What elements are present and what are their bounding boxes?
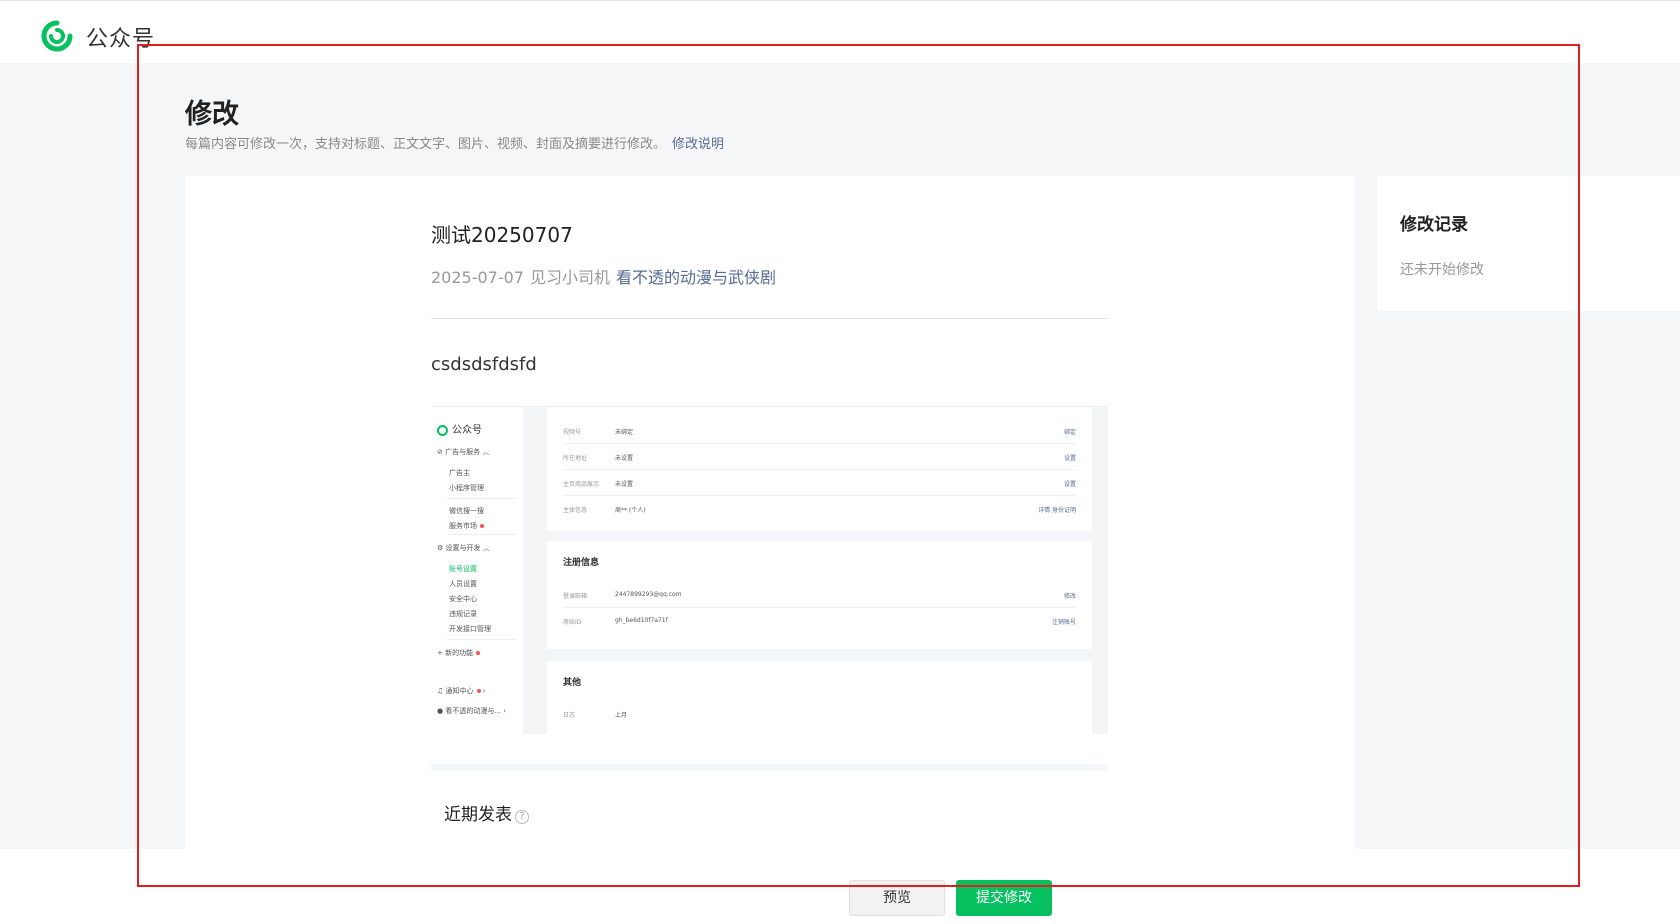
screenshot-info-row: 所在地址 未设置 设置 [563,444,1076,470]
screenshot-divider [447,534,517,535]
article-meta: 2025-07-07 见习小司机 看不透的动漫与武侠剧 [431,264,776,288]
screenshot-sidebar-item: 广告主 [449,469,470,477]
article-divider [431,318,1108,319]
screenshot-sidebar-item: + 新的功能 [437,648,481,658]
screenshot-sidebar-item: ⚙ 设置与开发 ︿ [437,544,490,552]
article-author: 见习小司机 [529,268,610,287]
page-description: 每篇内容可修改一次，支持对标题、正文文字、图片、视频、封面及摘要进行修改。 修改说… [185,133,724,152]
screenshot-divider [447,639,517,640]
screenshot-sidebar-item: ● 看不透的动漫与... › [437,707,507,715]
section-separator [431,764,1108,771]
screenshot-info-row: 日志 上月 [563,712,628,719]
screenshot-sidebar-item: ⊘ 广告与服务 ︿ [437,448,490,456]
article-body-text[interactable]: csdsdsfdsfd [431,354,537,375]
screenshot-sidebar-item: 开发接口管理 [449,625,491,633]
article-edit-card: 测试20250707 2025-07-07 见习小司机 看不透的动漫与武侠剧 csd… [185,176,1355,849]
article-date: 2025-07-07 [431,268,524,287]
page-title: 修改 [185,99,239,130]
brand-name[interactable]: 公众号 [86,21,155,53]
submit-edit-button[interactable]: 提交修改 [956,880,1052,916]
screenshot-info-row: 主页商品展示 未设置 设置 [563,470,1076,496]
screenshot-logo-icon [437,424,448,436]
edit-history-title: 修改记录 [1400,215,1468,235]
screenshot-account-panel: 视频号 未绑定 绑定 所在地址 未设置 设置 主页商品展示 未设置 设置 主体信息 周** (… [547,407,1092,531]
screenshot-sidebar-item: 违规记录 [449,610,477,618]
article-account-link[interactable]: 看不透的动漫与武侠剧 [616,268,776,287]
screenshot-sidebar-item: 人员设置 [449,580,477,588]
screenshot-sidebar: 公众号 ⊘ 广告与服务 ︿ 广告主 小程序管理 微信搜一搜 服务市场 ⚙ 设置与… [431,407,523,734]
edit-history-card: 修改记录 还未开始修改 [1377,176,1680,311]
top-navigation-bar: 公众号 [0,0,1680,63]
screenshot-other-panel: 其他 日志 上月 [547,661,1092,734]
footer-action-bar [0,849,1680,924]
screenshot-brand: 公众号 [437,421,482,436]
wechat-official-account-logo-icon[interactable] [40,19,74,53]
article-embedded-screenshot[interactable]: 公众号 ⊘ 广告与服务 ︿ 广告主 小程序管理 微信搜一搜 服务市场 ⚙ 设置与… [431,406,1108,734]
screenshot-sidebar-item: 小程序管理 [449,484,484,492]
edit-history-empty-text: 还未开始修改 [1400,262,1484,278]
preview-button[interactable]: 预览 [849,880,945,916]
screenshot-sidebar-item: 微信搜一搜 [449,507,484,515]
recent-publications-label: 近期发表 [444,805,512,825]
edit-instructions-link[interactable]: 修改说明 [672,137,724,152]
page-description-text: 每篇内容可修改一次，支持对标题、正文文字、图片、视频、封面及摘要进行修改。 [185,137,667,152]
screenshot-section-title: 注册信息 [563,558,600,568]
screenshot-sidebar-item-active: 账号设置 [449,565,477,573]
screenshot-info-row: 主体信息 周** (个人) 详情 身份证明 [563,507,1076,514]
red-dot-badge [476,651,481,655]
screenshot-sidebar-item: 安全中心 [449,595,477,603]
help-circle-icon[interactable]: ? [515,810,529,824]
screenshot-info-row: 视频号 未绑定 绑定 [563,418,1076,444]
recent-publications-heading: 近期发表? [444,800,529,825]
screenshot-divider [447,498,517,499]
screenshot-sidebar-item: ♫ 通知中心 › [437,687,486,695]
screenshot-info-row: 原始ID gh_be6d10f7a71f 注销账号 [563,617,1076,626]
article-title[interactable]: 测试20250707 [431,219,573,248]
red-dot-badge [480,524,484,528]
screenshot-register-panel: 注册信息 登录邮箱 2447899293@qq.com 修改 原始ID gh_be6d… [547,541,1092,649]
screenshot-info-row: 登录邮箱 2447899293@qq.com 修改 [563,582,1076,608]
red-dot-badge [476,689,481,693]
screenshot-section-title: 其他 [563,678,582,688]
screenshot-sidebar-item: 服务市场 [449,521,484,531]
